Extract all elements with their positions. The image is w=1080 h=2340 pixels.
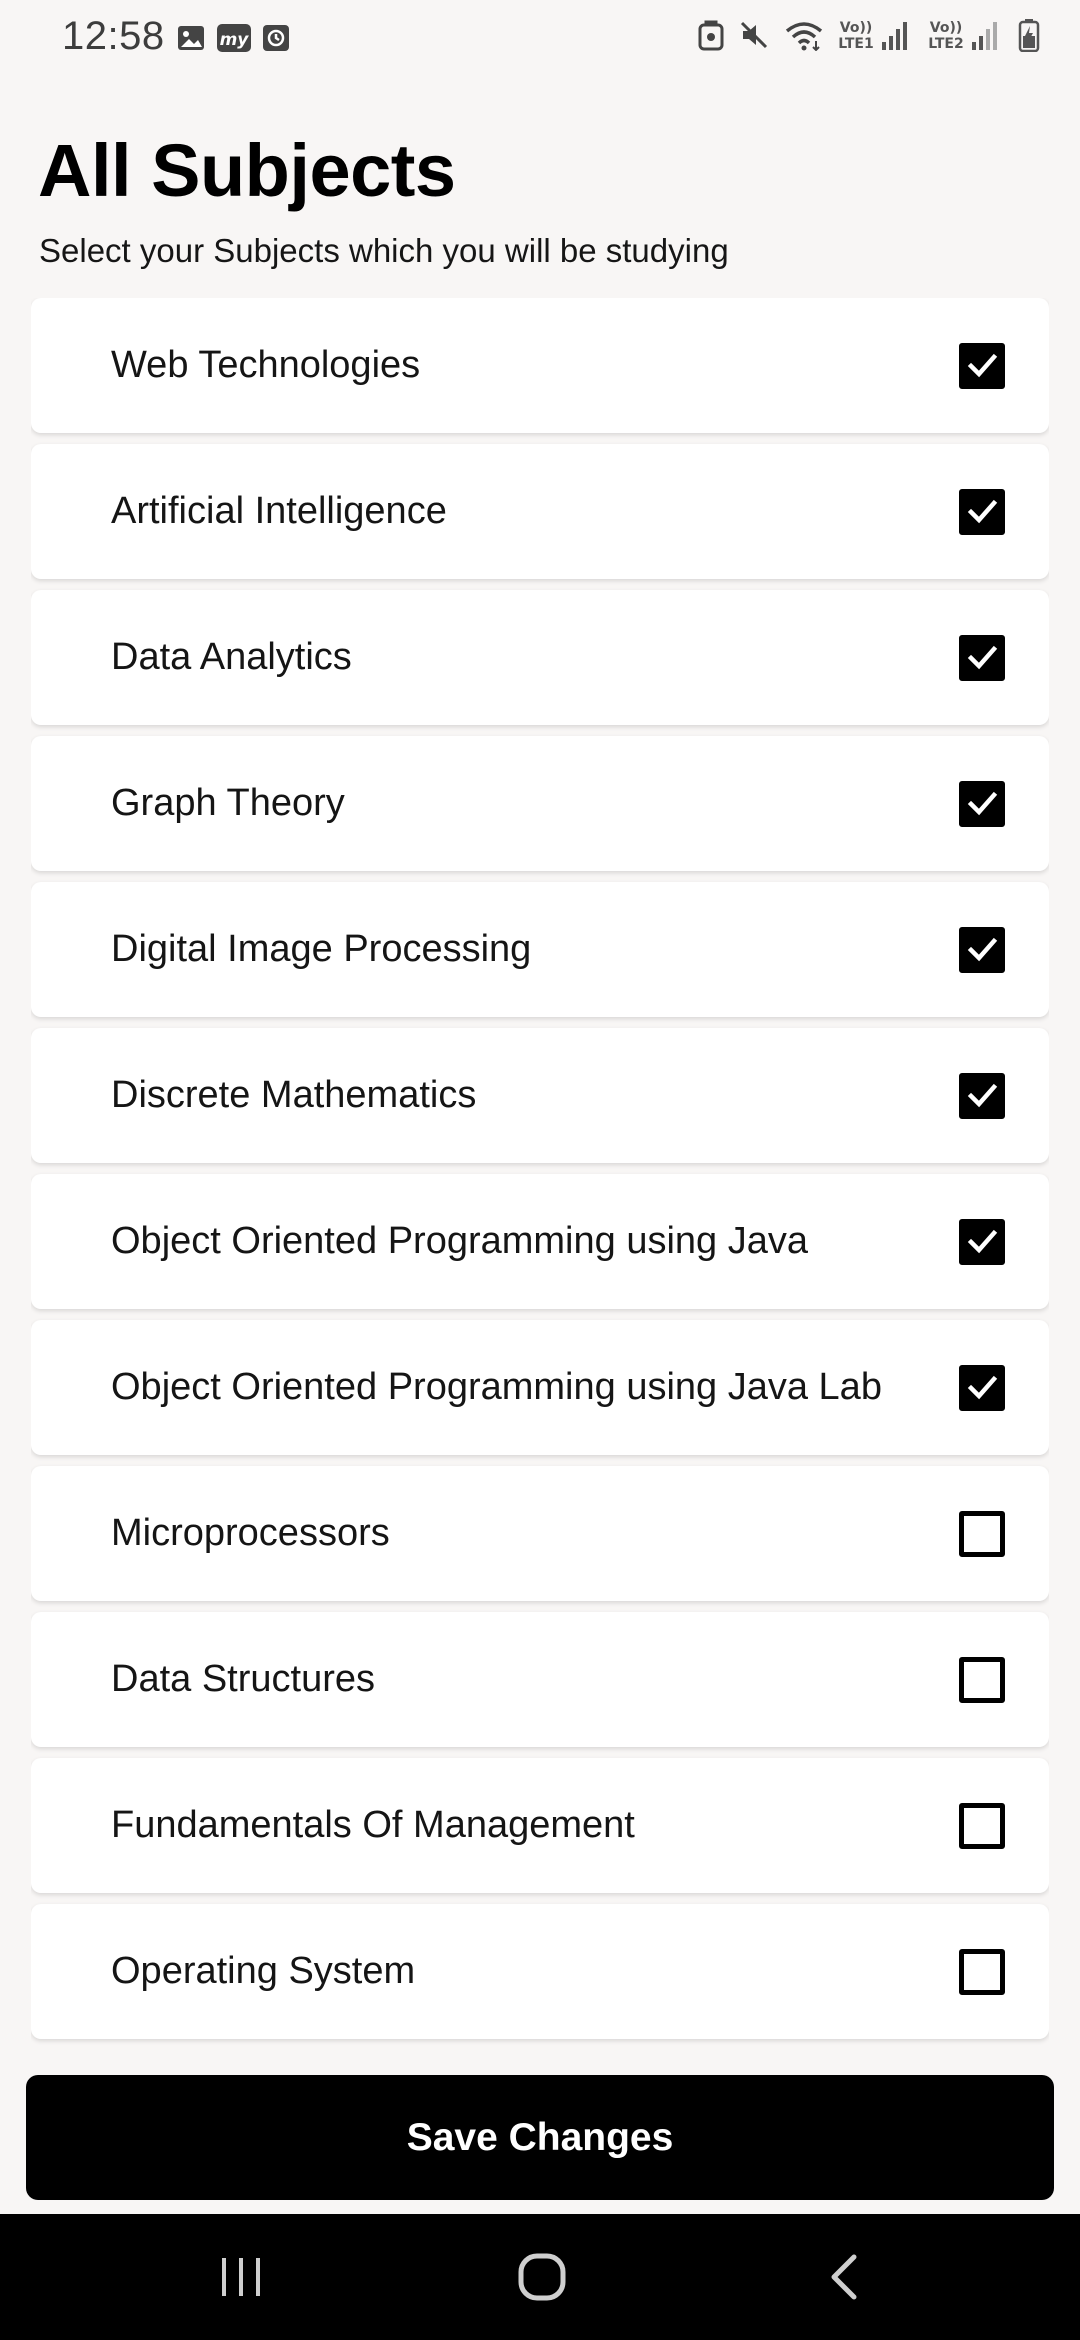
subject-label: Graph Theory xyxy=(111,782,345,824)
subject-checkbox[interactable] xyxy=(959,635,1005,681)
page-title: All Subjects xyxy=(38,129,456,212)
back-icon xyxy=(831,2254,857,2300)
subject-label: Data Analytics xyxy=(111,636,352,678)
subject-label: Object Oriented Programming using Java xyxy=(111,1220,808,1262)
status-notification-icons: my xyxy=(176,22,290,54)
subject-label: Discrete Mathematics xyxy=(111,1074,477,1116)
status-system-icons: Vo)) LTE1 Vo)) LTE2 xyxy=(698,18,1040,52)
subject-item[interactable]: Fundamentals Of Management xyxy=(31,1758,1049,1893)
subject-item[interactable]: Object Oriented Programming using Java xyxy=(31,1174,1049,1309)
checkmark-icon xyxy=(967,353,998,378)
subject-item[interactable]: Web Technologies xyxy=(31,298,1049,433)
checkmark-icon xyxy=(967,1375,998,1400)
checkmark-icon xyxy=(967,1229,998,1254)
checkmark-icon xyxy=(967,791,998,816)
subject-label: Web Technologies xyxy=(111,344,421,386)
subject-label: Artificial Intelligence xyxy=(111,490,447,532)
subject-checkbox[interactable] xyxy=(959,1365,1005,1411)
subject-item[interactable]: Artificial Intelligence xyxy=(31,444,1049,579)
subject-checkbox[interactable] xyxy=(959,1073,1005,1119)
recents-icon xyxy=(222,2258,260,2296)
subject-label: Operating System xyxy=(111,1950,416,1992)
battery-icon xyxy=(1018,18,1040,52)
checkmark-icon xyxy=(967,499,998,524)
subject-item[interactable]: Discrete Mathematics xyxy=(31,1028,1049,1163)
subject-item[interactable]: Data Analytics xyxy=(31,590,1049,725)
clock-app-icon xyxy=(262,23,290,53)
subject-checkbox[interactable] xyxy=(959,1803,1005,1849)
image-icon xyxy=(176,23,206,53)
subject-label: Object Oriented Programming using Java L… xyxy=(111,1366,882,1408)
subject-checkbox[interactable] xyxy=(959,1511,1005,1557)
status-bar: 12:58 my Vo)) LTE1 Vo)) LTE2 xyxy=(0,0,1080,84)
subject-checkbox[interactable] xyxy=(959,1219,1005,1265)
home-button[interactable] xyxy=(482,2214,602,2340)
svg-text:Vo)): Vo)) xyxy=(840,20,872,36)
page-subtitle: Select your Subjects which you will be s… xyxy=(39,232,729,269)
my-app-icon: my xyxy=(216,22,252,54)
svg-text:Vo)): Vo)) xyxy=(930,20,962,36)
nfc-icon xyxy=(698,19,724,51)
subject-checkbox[interactable] xyxy=(959,1657,1005,1703)
subject-label: Data Structures xyxy=(111,1658,375,1700)
subject-item[interactable]: Object Oriented Programming using Java L… xyxy=(31,1320,1049,1455)
subject-item[interactable]: Digital Image Processing xyxy=(31,882,1049,1017)
subject-checkbox[interactable] xyxy=(959,489,1005,535)
subject-label: Digital Image Processing xyxy=(111,928,532,970)
back-button[interactable] xyxy=(784,2214,904,2340)
subject-list[interactable]: Web Technologies Artificial Intelligence… xyxy=(31,298,1049,2056)
checkmark-icon xyxy=(967,937,998,962)
subject-label: Microprocessors xyxy=(111,1512,390,1554)
signal-lte2-icon: Vo)) LTE2 xyxy=(928,18,1004,52)
subject-item[interactable]: Graph Theory xyxy=(31,736,1049,871)
status-time: 12:58 xyxy=(62,14,165,58)
signal-lte1-icon: Vo)) LTE1 xyxy=(838,18,914,52)
svg-text:my: my xyxy=(220,30,250,50)
wifi-icon xyxy=(784,19,824,51)
home-icon xyxy=(518,2253,566,2301)
subject-label: Fundamentals Of Management xyxy=(111,1804,635,1846)
svg-text:LTE2: LTE2 xyxy=(928,36,963,52)
svg-text:LTE1: LTE1 xyxy=(838,36,873,52)
subject-item[interactable]: Microprocessors xyxy=(31,1466,1049,1601)
subject-item[interactable]: Operating System xyxy=(31,1904,1049,2039)
subject-checkbox[interactable] xyxy=(959,927,1005,973)
subject-item[interactable]: Data Structures xyxy=(31,1612,1049,1747)
save-changes-button[interactable]: Save Changes xyxy=(26,2075,1054,2200)
recents-button[interactable] xyxy=(181,2214,301,2340)
subject-checkbox[interactable] xyxy=(959,781,1005,827)
mute-icon xyxy=(738,19,770,51)
checkmark-icon xyxy=(967,645,998,670)
subject-checkbox[interactable] xyxy=(959,1949,1005,1995)
checkmark-icon xyxy=(967,1083,998,1108)
navigation-bar xyxy=(0,2214,1080,2340)
subject-checkbox[interactable] xyxy=(959,343,1005,389)
